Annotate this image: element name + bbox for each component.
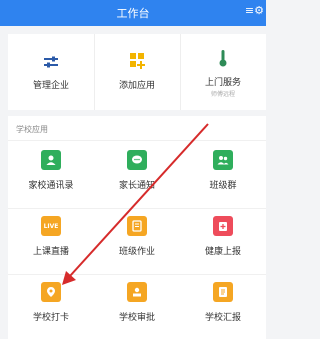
app-label: 班级作业 xyxy=(118,247,155,257)
header-bar: 工作台 ≡⚙ xyxy=(0,0,266,26)
manage-enterprise-label: 管理企业 xyxy=(32,81,69,91)
home-service-button[interactable]: 上门服务 师傅远程 xyxy=(180,34,266,110)
app-label: 学校汇报 xyxy=(204,313,241,323)
manage-enterprise-button[interactable]: 管理企业 xyxy=(8,34,94,110)
app-health-report[interactable]: 健康上报 xyxy=(180,210,266,272)
app-school-checkin[interactable]: 学校打卡 xyxy=(8,276,94,338)
divider xyxy=(8,208,266,209)
live-icon: LIVE xyxy=(41,216,61,236)
app-class-group[interactable]: 班级群 xyxy=(180,144,266,206)
app-label: 家长通知 xyxy=(118,181,155,191)
chat-icon xyxy=(127,150,147,170)
sliders-icon xyxy=(44,56,58,68)
add-apps-icon xyxy=(130,53,145,69)
app-label: 班级群 xyxy=(209,181,237,191)
report-icon xyxy=(213,282,233,302)
app-school-approval[interactable]: 学校审批 xyxy=(94,276,180,338)
home-service-sublabel: 师傅远程 xyxy=(210,91,235,98)
app-label: 健康上报 xyxy=(204,247,241,257)
location-pin-icon xyxy=(41,282,61,302)
add-app-label: 添加应用 xyxy=(118,81,155,91)
homework-icon xyxy=(127,216,147,236)
app-label: 学校审批 xyxy=(118,313,155,323)
app-parent-notice[interactable]: 家长通知 xyxy=(94,144,180,206)
app-label: 上课直播 xyxy=(32,247,69,257)
menu-settings-icon[interactable]: ≡⚙ xyxy=(245,4,264,17)
approval-icon xyxy=(127,282,147,302)
school-apps-card: 学校应用 家校通讯录 家长通知 班级群 LIVE 上课直播 班级作业 健康上报 xyxy=(8,116,266,339)
home-service-label: 上门服务 xyxy=(204,78,241,88)
app-label: 家校通讯录 xyxy=(28,181,74,191)
quick-actions-card: 管理企业 添加应用 上门服务 师傅远程 xyxy=(8,34,266,110)
contacts-icon xyxy=(41,150,61,170)
app-homework[interactable]: 班级作业 xyxy=(94,210,180,272)
health-report-icon xyxy=(213,216,233,236)
app-contacts[interactable]: 家校通讯录 xyxy=(8,144,94,206)
app-school-report[interactable]: 学校汇报 xyxy=(180,276,266,338)
divider xyxy=(8,274,266,275)
section-title: 学校应用 xyxy=(16,125,48,134)
app-label: 学校打卡 xyxy=(32,313,69,323)
app-live-class[interactable]: LIVE 上课直播 xyxy=(8,210,94,272)
add-app-button[interactable]: 添加应用 xyxy=(94,34,180,110)
thermometer-icon xyxy=(219,50,227,67)
page-title: 工作台 xyxy=(116,7,150,20)
group-icon xyxy=(213,150,233,170)
divider xyxy=(8,140,266,141)
